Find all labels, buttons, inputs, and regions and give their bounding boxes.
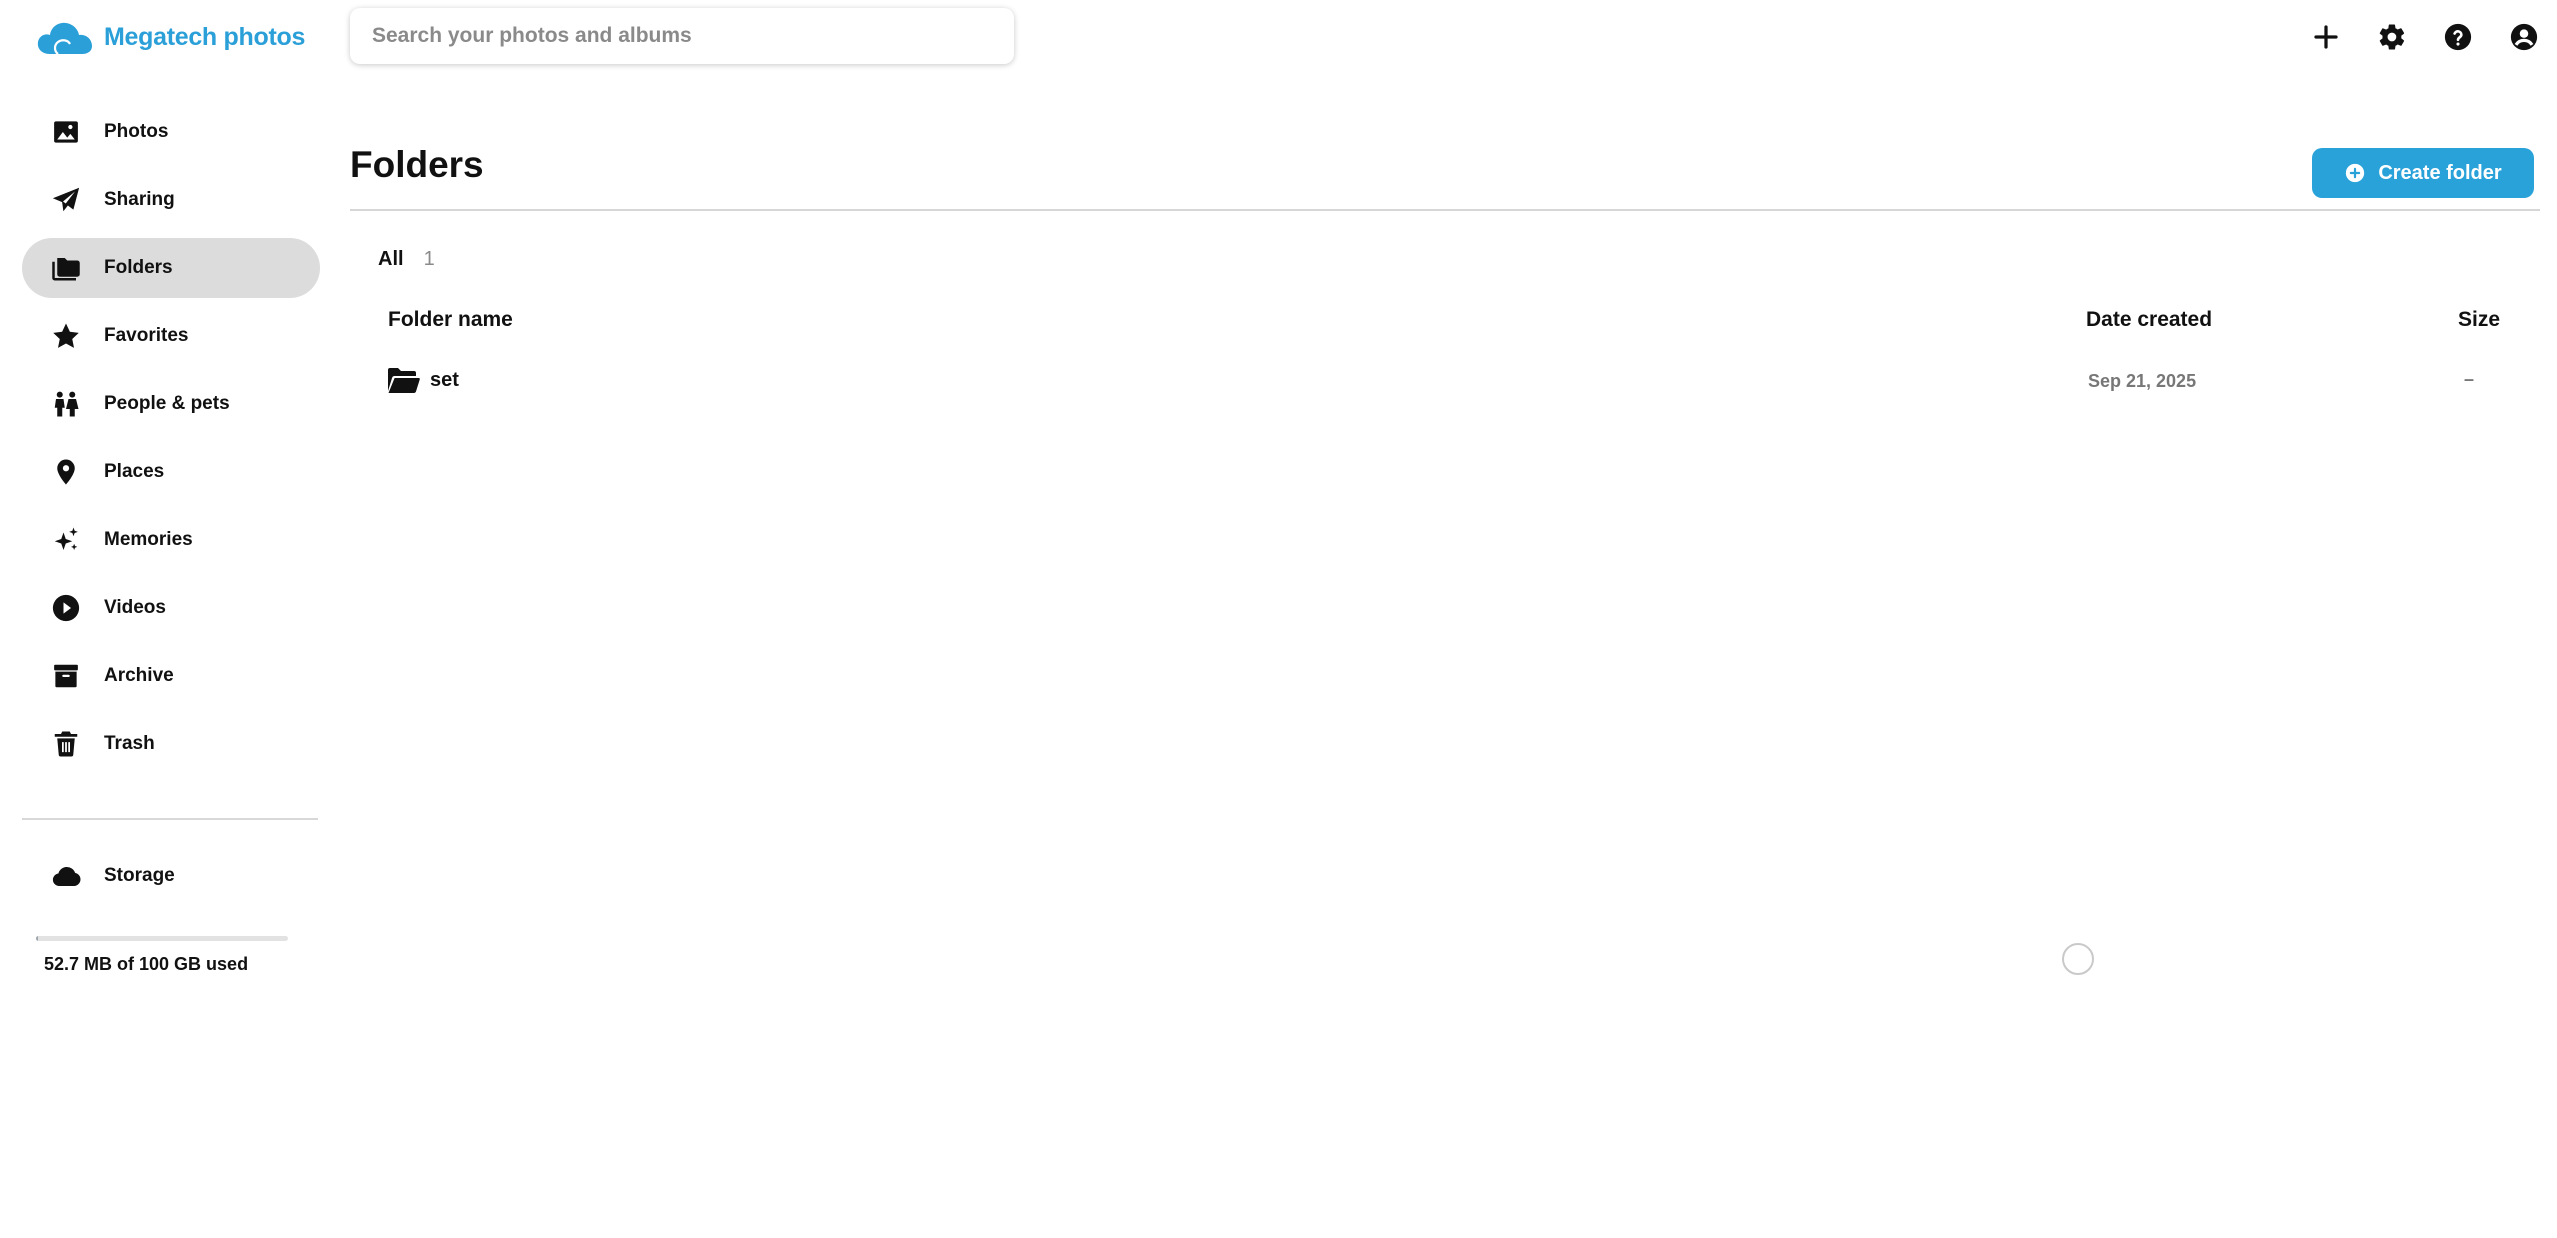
sidebar-item-label: Archive bbox=[104, 665, 174, 686]
sidebar-item-label: Memories bbox=[104, 529, 193, 550]
sidebar-item-label: Photos bbox=[104, 121, 169, 142]
folder-open-icon bbox=[388, 368, 420, 394]
star-icon bbox=[50, 320, 82, 352]
storage-usage-text: 52.7 MB of 100 GB used bbox=[44, 954, 249, 974]
storage-progress-fill bbox=[36, 936, 39, 941]
sidebar-item-label: Trash bbox=[104, 733, 155, 754]
location-pin-icon bbox=[50, 456, 82, 488]
page-title: Folders bbox=[350, 144, 484, 185]
column-header-date-created[interactable]: Date created bbox=[2086, 308, 2212, 332]
plus-icon bbox=[2314, 25, 2338, 49]
sidebar-item-people-pets[interactable]: People & pets bbox=[22, 374, 320, 434]
sidebar-divider bbox=[22, 818, 318, 820]
search-input[interactable] bbox=[372, 24, 992, 48]
photo-icon bbox=[50, 116, 82, 148]
sidebar-item-label: Videos bbox=[104, 597, 166, 618]
send-icon bbox=[50, 184, 82, 216]
sidebar-item-label: Places bbox=[104, 461, 165, 482]
column-header-folder-name[interactable]: Folder name bbox=[388, 308, 513, 332]
create-folder-button[interactable]: Create folder bbox=[2312, 148, 2534, 198]
sidebar-item-archive[interactable]: Archive bbox=[22, 646, 320, 706]
column-header-size[interactable]: Size bbox=[2458, 308, 2500, 332]
sidebar-item-videos[interactable]: Videos bbox=[22, 578, 320, 638]
account-icon bbox=[2510, 23, 2538, 51]
account-button[interactable] bbox=[2491, 16, 2557, 58]
plus-circle-icon bbox=[2346, 163, 2365, 183]
sidebar-item-label: Sharing bbox=[104, 189, 175, 210]
filter-label: All bbox=[378, 248, 404, 270]
settings-button[interactable] bbox=[2359, 16, 2425, 58]
add-button[interactable] bbox=[2293, 16, 2359, 58]
folders-icon bbox=[50, 252, 82, 284]
table-row[interactable]: set Sep 21, 2025 – bbox=[364, 352, 2540, 408]
sidebar-item-folders[interactable]: Folders bbox=[22, 238, 320, 298]
sidebar-item-label: People & pets bbox=[104, 393, 230, 414]
app-root: Megatech photos Search your photos and a… bbox=[0, 0, 2557, 1238]
help-icon bbox=[2444, 23, 2472, 51]
play-circle-icon bbox=[50, 592, 82, 624]
archive-icon bbox=[50, 660, 82, 692]
sidebar-item-favorites[interactable]: Favorites bbox=[22, 306, 320, 366]
create-folder-label: Create folder bbox=[2378, 161, 2502, 184]
title-divider bbox=[350, 209, 2540, 211]
sidebar-item-places[interactable]: Places bbox=[22, 442, 320, 502]
app-logo[interactable]: Megatech photos bbox=[36, 18, 305, 56]
gear-icon bbox=[2379, 24, 2405, 50]
cloud-logo-icon bbox=[37, 22, 92, 55]
sidebar-item-sharing[interactable]: Sharing bbox=[22, 170, 320, 230]
filter-count: 1 bbox=[423, 248, 435, 270]
folder-size: – bbox=[2464, 369, 2475, 389]
sidebar-item-memories[interactable]: Memories bbox=[22, 510, 320, 570]
filter-all-tab[interactable]: All 1 bbox=[378, 248, 435, 271]
top-actions bbox=[2293, 16, 2557, 58]
loading-indicator bbox=[2062, 943, 2094, 975]
help-button[interactable] bbox=[2425, 16, 2491, 58]
folder-name: set bbox=[430, 369, 459, 391]
storage-progress-bar bbox=[36, 936, 288, 941]
sidebar-item-storage[interactable]: Storage bbox=[22, 846, 320, 906]
app-name: Megatech photos bbox=[104, 22, 306, 51]
search-bar[interactable] bbox=[350, 8, 1014, 64]
people-icon bbox=[50, 388, 82, 420]
sidebar-item-label: Folders bbox=[104, 257, 173, 278]
sparkle-icon bbox=[50, 524, 82, 556]
sidebar-item-trash[interactable]: Trash bbox=[22, 714, 320, 774]
sidebar-item-photos[interactable]: Photos bbox=[22, 102, 320, 162]
cloud-icon bbox=[50, 860, 82, 892]
folder-date-created: Sep 21, 2025 bbox=[2088, 371, 2197, 391]
sidebar: Photos Sharing Folders Favorites People … bbox=[22, 102, 320, 975]
sidebar-item-label: Favorites bbox=[104, 325, 189, 346]
sidebar-item-label: Storage bbox=[104, 865, 175, 886]
trash-icon bbox=[50, 728, 82, 760]
